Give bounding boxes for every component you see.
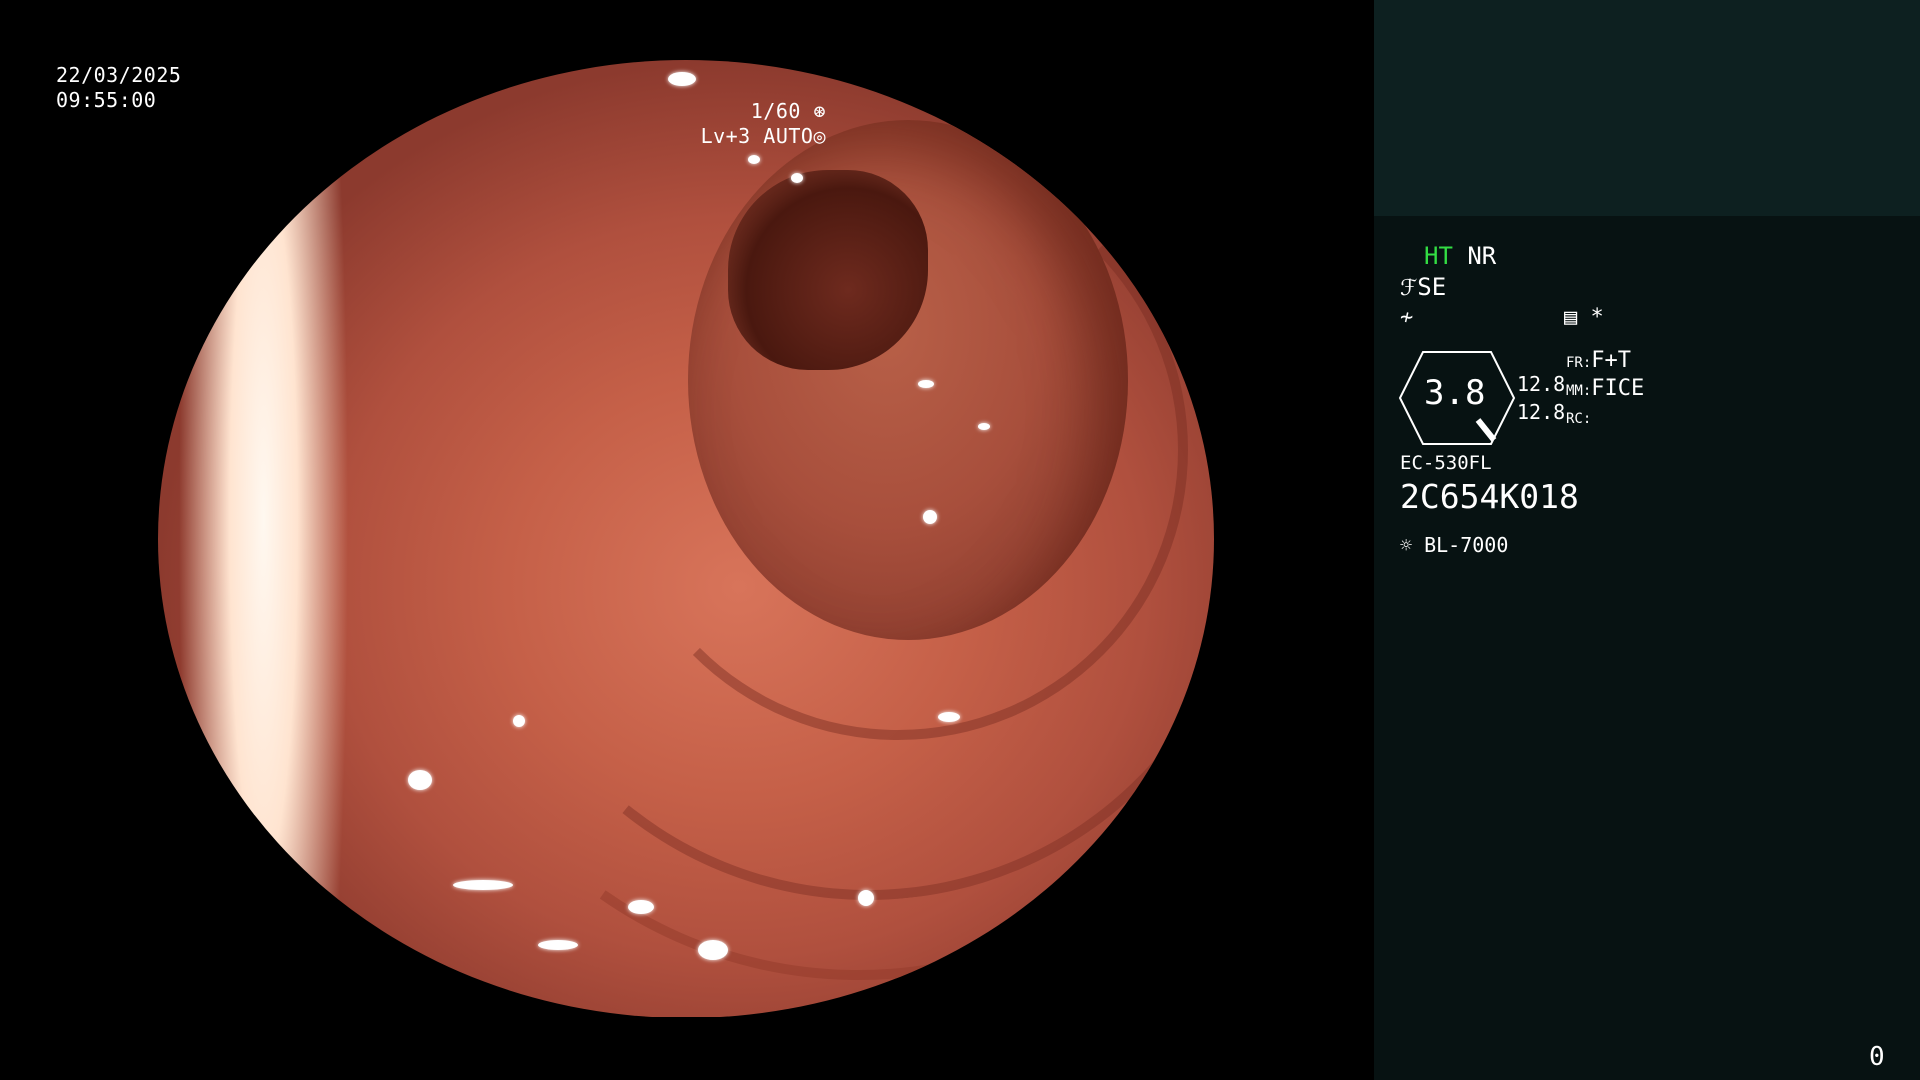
structure-enhance-status: ℱSE: [1400, 273, 1446, 301]
record-status: ▤ *: [1564, 305, 1604, 330]
record-settings-icon: ▤: [1564, 305, 1578, 330]
gain-value: 3.8: [1424, 373, 1486, 413]
light-reflection: [858, 890, 874, 906]
light-reflection: [791, 173, 803, 183]
value-top: 12.8: [1517, 372, 1566, 396]
se-indicator: SE: [1417, 273, 1447, 301]
mode-settings: FR:F+T MM:FICE RC:: [1566, 348, 1644, 432]
scope-serial: 2C654K018: [1400, 477, 1579, 516]
scope-model: EC-530FL: [1400, 452, 1492, 474]
image-mask-bottom: [0, 1017, 1374, 1080]
light-reflection: [938, 712, 960, 722]
light-reflection: [698, 940, 728, 960]
light-reflection: [923, 510, 937, 524]
color-enhance-status: ≁: [1400, 302, 1413, 330]
color-enhance-icon: ≁: [1400, 305, 1414, 330]
gain-pointer: [1475, 418, 1497, 442]
fr-label: FR:: [1566, 355, 1592, 371]
nr-indicator: NR: [1467, 242, 1497, 270]
endoscope-video-area: 22/03/2025 09:55:00 1/60 ⊛ Lv+3 AUTO◎: [0, 0, 1374, 1080]
light-reflection: [453, 880, 513, 890]
light-reflection: [628, 900, 654, 914]
ht-indicator: HT: [1424, 242, 1453, 270]
value-bottom: 12.8: [1517, 400, 1566, 424]
time-text: 09:55:00: [56, 88, 157, 112]
light-reflection: [538, 940, 578, 950]
exposure-overlay: 1/60 ⊛ Lv+3 AUTO◎: [606, 99, 826, 149]
iris-icon: ◎: [813, 124, 826, 148]
sidebar-header-block: [1374, 0, 1920, 216]
aperture-icon: ⊛: [813, 99, 826, 123]
fr-value: F+T: [1591, 348, 1632, 373]
shutter-speed: 1/60: [750, 99, 801, 123]
mm-value: FICE: [1591, 376, 1645, 401]
light-source-model: BL-7000: [1424, 533, 1509, 557]
light-reflection: [978, 423, 990, 430]
light-reflection: [668, 72, 696, 86]
light-reflection: [408, 770, 432, 790]
brightness-level: Lv+3: [700, 124, 751, 148]
rc-label: RC:: [1566, 411, 1592, 427]
frame-counter: 0: [1869, 1042, 1885, 1072]
mm-label: MM:: [1566, 383, 1592, 399]
structure-enhance-icon: ℱ: [1400, 276, 1418, 301]
light-reflection: [918, 380, 934, 388]
mucosal-fold: [608, 160, 1188, 740]
image-mask-top: [0, 0, 1374, 60]
image-processing-status: HT NR: [1424, 242, 1496, 270]
zoom-values: 12.8 12.8: [1517, 370, 1565, 426]
date-text: 22/03/2025: [56, 63, 182, 87]
asterisk-indicator: *: [1590, 305, 1604, 330]
endoscopic-image: [158, 60, 1214, 1018]
datetime-overlay: 22/03/2025 09:55:00: [56, 63, 181, 113]
exposure-mode: AUTO: [763, 124, 814, 148]
light-reflection: [748, 155, 760, 164]
light-reflection: [513, 715, 525, 727]
lamp-icon: ☼: [1400, 533, 1413, 557]
light-source-info: ☼ BL-7000: [1400, 533, 1508, 557]
